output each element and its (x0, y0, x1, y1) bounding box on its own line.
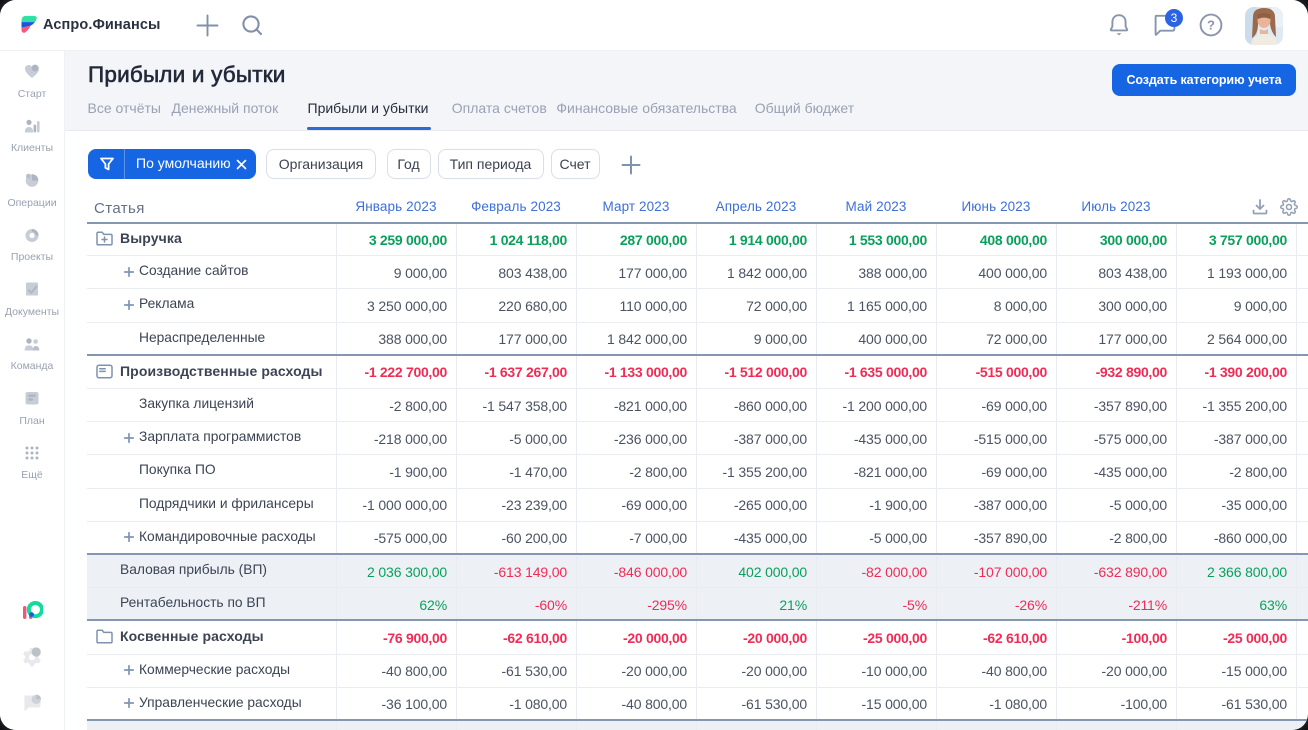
svg-text:?: ? (1207, 17, 1215, 32)
